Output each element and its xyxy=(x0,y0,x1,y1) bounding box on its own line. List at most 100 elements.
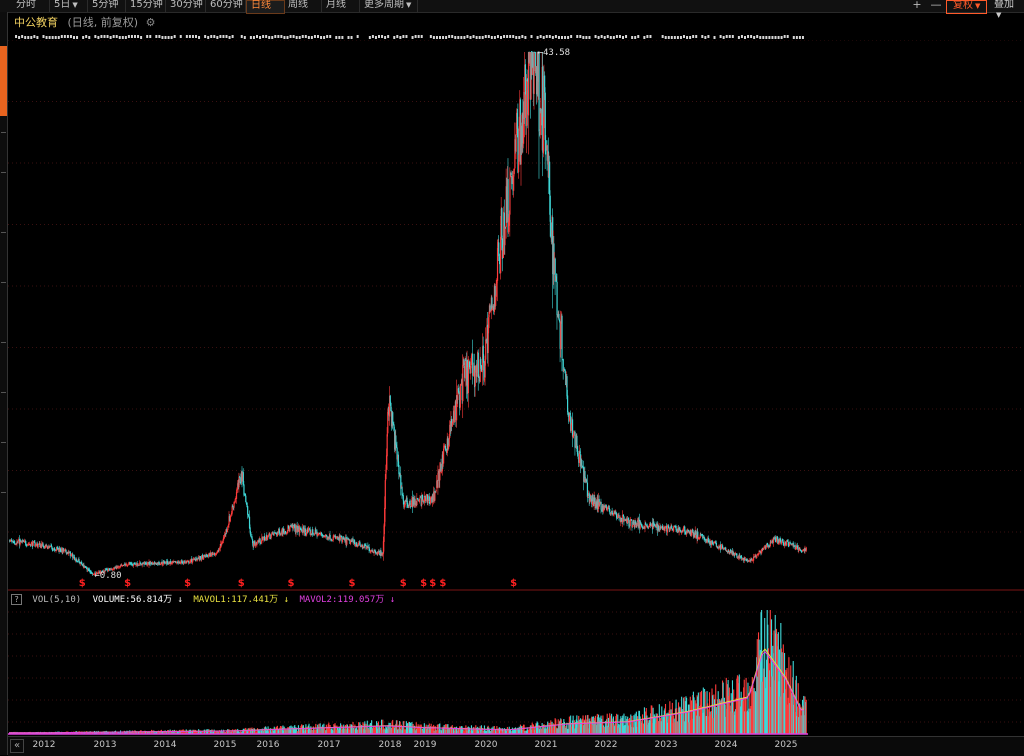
question-icon[interactable]: ? xyxy=(11,594,22,605)
event-marker xyxy=(320,36,323,39)
event-marker xyxy=(472,35,475,38)
low-price-label: ←0.80 xyxy=(94,571,121,581)
event-marker xyxy=(219,35,222,38)
event-marker xyxy=(603,36,606,39)
event-marker xyxy=(612,36,615,39)
event-marker xyxy=(188,35,191,38)
zoom-out-button[interactable]: — xyxy=(928,0,944,12)
event-marker xyxy=(750,35,753,38)
period-button[interactable]: 日线 xyxy=(246,0,285,14)
event-marker xyxy=(487,35,490,38)
event-marker xyxy=(545,35,548,38)
x-axis-year-label: 2021 xyxy=(534,740,558,750)
event-marker xyxy=(512,35,515,38)
x-axis-year-label: 2023 xyxy=(654,740,678,750)
candle-body xyxy=(247,506,249,515)
event-marker xyxy=(478,36,481,39)
candle-body xyxy=(581,460,583,466)
candle-body xyxy=(668,525,670,529)
volume-indicator-name[interactable]: VOL(5,10) xyxy=(32,595,81,605)
kline-chart[interactable]: ←43.58←0.80$ $ $ $ $ $ $ $ $ $ $ xyxy=(8,40,1024,736)
zoom-in-button[interactable]: + xyxy=(908,0,926,12)
strip-tick xyxy=(1,132,6,133)
candle-body xyxy=(533,52,535,94)
fuquan-dropdown[interactable]: 复权 ▼ xyxy=(946,0,988,14)
event-marker xyxy=(18,36,21,39)
active-panel-indicator[interactable] xyxy=(0,46,7,116)
event-marker xyxy=(557,36,560,39)
event-marker xyxy=(411,36,414,39)
event-marker xyxy=(661,35,664,38)
candle-body xyxy=(491,297,493,309)
period-toolbar: 分时 5日 ▼ 5分钟 15分钟 30分钟 60分钟 日线 周线 月线 更多周期 ▼ + — 复权 ▼ 叠加▼ xyxy=(0,0,1024,19)
event-marker xyxy=(686,36,689,39)
overlay-dropdown[interactable]: 叠加▼ xyxy=(990,0,1024,19)
event-marker xyxy=(405,35,408,38)
candle-body xyxy=(464,360,466,379)
event-marker xyxy=(85,35,88,38)
event-marker xyxy=(73,36,75,39)
candle-body xyxy=(472,353,474,376)
candle-body xyxy=(454,405,456,423)
event-marker xyxy=(649,35,652,38)
event-marker xyxy=(378,35,380,38)
event-marker xyxy=(637,35,640,38)
period-button[interactable]: 60分钟 xyxy=(206,0,246,12)
period-button[interactable]: 5日 ▼ xyxy=(50,0,88,12)
period-button[interactable]: 15分钟 xyxy=(126,0,166,12)
candle-body xyxy=(429,497,432,504)
candle-body xyxy=(526,79,528,126)
event-marker xyxy=(155,35,158,38)
event-marker xyxy=(118,36,121,39)
gear-icon[interactable]: ⚙ xyxy=(146,16,156,29)
event-marker xyxy=(387,35,390,38)
event-marker xyxy=(609,36,612,39)
event-marker xyxy=(515,36,518,39)
event-marker xyxy=(771,36,774,39)
event-marker xyxy=(161,36,164,39)
event-marker xyxy=(445,36,448,39)
stock-name[interactable]: 中公教育 xyxy=(14,16,58,29)
candle-body xyxy=(549,195,551,222)
period-button[interactable]: 更多周期 ▼ xyxy=(360,0,418,12)
x-axis-year-label: 2014 xyxy=(153,740,177,750)
strip-tick xyxy=(1,232,6,233)
chart-title-row: 中公教育 (日线, 前复权) ⚙ xyxy=(14,16,155,29)
candle-body xyxy=(648,525,651,527)
event-marker xyxy=(149,35,152,38)
period-label: 60分钟 xyxy=(210,0,243,10)
candle-body xyxy=(561,315,563,359)
event-marker xyxy=(381,35,384,38)
event-marker xyxy=(268,36,271,39)
event-marker xyxy=(683,35,685,38)
period-button[interactable]: 分时 xyxy=(12,0,50,12)
period-button[interactable]: 月线 xyxy=(322,0,360,12)
candle-body xyxy=(52,549,54,551)
event-marker xyxy=(676,36,679,39)
candle-body xyxy=(304,528,306,533)
period-button[interactable]: 5分钟 xyxy=(88,0,126,12)
candle-body xyxy=(238,477,240,488)
event-marker xyxy=(606,35,609,38)
event-marker xyxy=(283,36,286,39)
event-marker xyxy=(704,36,707,39)
candle-body xyxy=(513,169,515,175)
period-button[interactable]: 30分钟 xyxy=(166,0,206,12)
event-marker xyxy=(347,36,350,39)
candle-body xyxy=(682,527,685,531)
event-marker xyxy=(301,35,304,38)
candle-body xyxy=(500,236,502,274)
candle-body xyxy=(504,227,506,246)
strip-tick xyxy=(1,492,6,493)
event-marker xyxy=(689,36,692,39)
candle-body xyxy=(234,499,236,503)
double-chevron-left-icon[interactable]: « xyxy=(10,739,24,753)
event-marker xyxy=(548,35,551,38)
candle-body xyxy=(510,172,512,176)
candle-body xyxy=(489,305,491,312)
event-marker xyxy=(185,35,188,38)
strip-tick xyxy=(1,392,6,393)
candle-body xyxy=(780,541,783,544)
candle-body xyxy=(346,539,348,545)
period-button[interactable]: 周线 xyxy=(284,0,322,12)
